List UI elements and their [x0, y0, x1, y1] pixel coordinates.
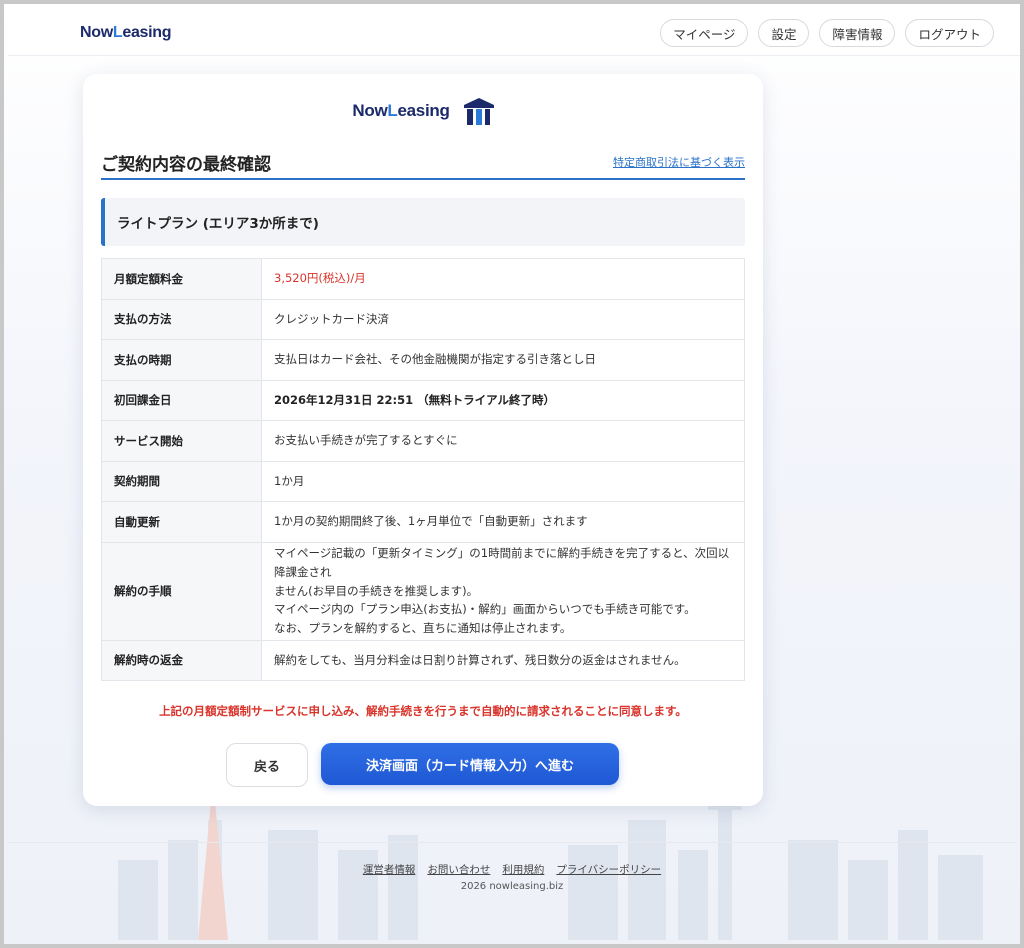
row-key: 支払の時期 [101, 339, 262, 381]
building-logo-icon [463, 98, 494, 125]
commercial-law-link[interactable]: 特定商取引法に基づく表示 [613, 154, 745, 170]
back-button[interactable]: 戻る [226, 743, 308, 787]
row-key: 解約の手順 [101, 541, 262, 641]
cancel-step-line: なお、プランを解約すると、直ちに通知は停止されます。 [274, 621, 572, 636]
nav-mypage-button[interactable]: マイページ [660, 19, 749, 47]
row-value: クレジットカード決済 [261, 298, 745, 340]
footer-link-terms[interactable]: 利用規約 [502, 862, 544, 877]
table-row: 解約時の返金 解約をしても、当月分料金は日割り計算されず、残日数分の返金はされま… [101, 639, 745, 681]
row-value: 2026年12月31日 22:51 （無料トライアル終了時） [261, 379, 745, 421]
table-row: 解約の手順 マイページ記載の「更新タイミング」の1時間前までに解約手続きを完了す… [101, 541, 745, 641]
row-value: 1か月の契約期間終了後、1ヶ月単位で「自動更新」されます [261, 501, 745, 543]
row-value: 解約をしても、当月分料金は日割り計算されず、残日数分の返金はされません。 [261, 639, 745, 681]
footer-link-contact[interactable]: お問い合わせ [427, 862, 490, 877]
row-value: お支払い手続きが完了するとすぐに [261, 420, 745, 462]
row-value: 支払日はカード会社、その他金融機関が指定する引き落とし日 [261, 339, 745, 381]
cancel-step-line: マイページ記載の「更新タイミング」の1時間前までに解約手続きを完了すると、次回以… [274, 545, 730, 579]
row-key: 契約期間 [101, 460, 262, 502]
table-row: サービス開始 お支払い手続きが完了するとすぐに [101, 420, 745, 462]
row-value: 1か月 [261, 460, 745, 502]
footer-links: 運営者情報 お問い合わせ 利用規約 プライバシーポリシー [4, 862, 1020, 877]
nav-logout-button[interactable]: ログアウト [905, 19, 994, 47]
copyright: 2026 nowleasing.biz [460, 881, 564, 892]
confirmation-card: NowLeasing ご契約内容の最終確認 特定商取引法に基づく表示 ライトプラ… [83, 74, 763, 806]
table-row: 初回課金日 2026年12月31日 22:51 （無料トライアル終了時） [101, 379, 745, 421]
title-divider [101, 178, 745, 180]
card-logo-text: NowLeasing [352, 101, 450, 120]
row-key: 月額定額料金 [101, 258, 262, 300]
row-key: 自動更新 [101, 501, 262, 543]
table-row: 支払の時期 支払日はカード会社、その他金融機関が指定する引き落とし日 [101, 339, 745, 381]
row-key: 初回課金日 [101, 379, 262, 421]
cancel-step-line: マイページ内の「プラン申込(お支払)・解約」画面からいつでも手続き可能です。 [274, 602, 696, 617]
footer-link-privacy[interactable]: プライバシーポリシー [556, 862, 661, 877]
top-header: NowLeasing マイページ 設定 障害情報 ログアウト [8, 8, 1020, 56]
row-value: マイページ記載の「更新タイミング」の1時間前までに解約手続きを完了すると、次回以… [261, 541, 745, 641]
footer-link-operator[interactable]: 運営者情報 [363, 862, 416, 877]
nav-settings-button[interactable]: 設定 [758, 19, 810, 47]
cancel-step-line: ません(お早目の手続きを推奨します)。 [274, 583, 479, 598]
page-frame: NowLeasing マイページ 設定 障害情報 ログアウト NowLeasin… [0, 0, 1024, 948]
consent-notice: 上記の月額定額制サービスに申し込み、解約手続きを行うまで自動的に請求されることに… [159, 704, 687, 718]
header-nav: マイページ 設定 障害情報 ログアウト [660, 19, 994, 47]
card-logo: NowLeasing [83, 96, 763, 126]
table-row: 自動更新 1か月の契約期間終了後、1ヶ月単位で「自動更新」されます [101, 501, 745, 543]
page-title: ご契約内容の最終確認 [101, 155, 271, 175]
proceed-to-payment-button[interactable]: 決済画面（カード情報入力）へ進む [321, 743, 619, 785]
row-key: サービス開始 [101, 420, 262, 462]
row-key: 支払の方法 [101, 298, 262, 340]
row-value: 3,520円(税込)/月 [261, 258, 745, 300]
header-logo[interactable]: NowLeasing [80, 24, 172, 42]
row-key: 解約時の返金 [101, 639, 262, 681]
table-row: 契約期間 1か月 [101, 460, 745, 502]
plan-name-box: ライトプラン (エリア3か所まで) [101, 198, 745, 246]
contract-details-table: 月額定額料金 3,520円(税込)/月 支払の方法 クレジットカード決済 支払の… [101, 258, 745, 681]
nav-outage-info-button[interactable]: 障害情報 [819, 19, 896, 47]
table-row: 月額定額料金 3,520円(税込)/月 [101, 258, 745, 300]
table-row: 支払の方法 クレジットカード決済 [101, 298, 745, 340]
plan-name: ライトプラン (エリア3か所まで) [117, 216, 319, 232]
footer-divider [8, 842, 1016, 843]
